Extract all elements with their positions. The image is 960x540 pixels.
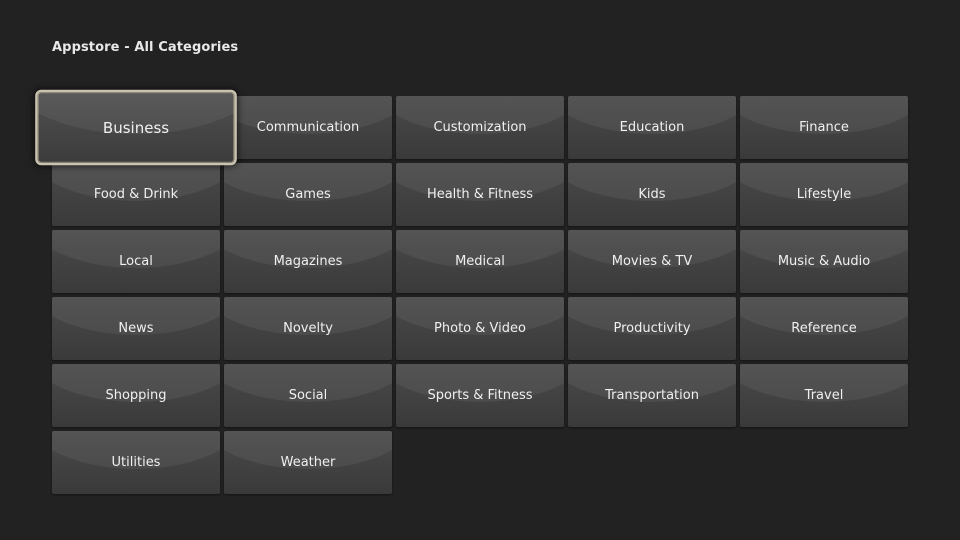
category-label: Health & Fitness [426,187,534,202]
category-tile-education[interactable]: Education [568,96,736,159]
category-label: Customization [433,120,527,135]
category-tile-medical[interactable]: Medical [396,230,564,293]
category-tile-novelty[interactable]: Novelty [224,297,392,360]
category-tile-kids[interactable]: Kids [568,163,736,226]
category-label: Medical [455,254,505,269]
category-tile-travel[interactable]: Travel [740,364,908,427]
category-label: News [118,321,154,336]
category-tile-transportation[interactable]: Transportation [568,364,736,427]
category-tile-movies-tv[interactable]: Movies & TV [568,230,736,293]
category-tile-reference[interactable]: Reference [740,297,908,360]
category-tile-business[interactable]: Business [35,89,237,166]
category-tile-utilities[interactable]: Utilities [52,431,220,494]
category-tile-shopping[interactable]: Shopping [52,364,220,427]
category-tile-sports-fitness[interactable]: Sports & Fitness [396,364,564,427]
category-label: Business [102,118,170,137]
category-label: Music & Audio [777,254,871,269]
category-tile-finance[interactable]: Finance [740,96,908,159]
category-label: Lifestyle [796,187,852,202]
category-label: Shopping [105,388,167,403]
category-label: Reference [791,321,857,336]
category-tile-news[interactable]: News [52,297,220,360]
category-tile-local[interactable]: Local [52,230,220,293]
page-title: Appstore - All Categories [52,40,239,55]
category-label: Productivity [613,321,691,336]
category-label: Magazines [273,254,343,269]
category-label: Games [285,187,331,202]
category-label: Communication [256,120,360,135]
category-label: Weather [280,455,336,470]
category-tile-food-drink[interactable]: Food & Drink [52,163,220,226]
category-label: Social [288,388,328,403]
category-tile-weather[interactable]: Weather [224,431,392,494]
category-label: Movies & TV [611,254,693,269]
category-label: Novelty [283,321,333,336]
category-tile-games[interactable]: Games [224,163,392,226]
category-label: Food & Drink [93,187,179,202]
category-label: Travel [804,388,844,403]
category-label: Transportation [605,388,699,403]
category-tile-health-fitness[interactable]: Health & Fitness [396,163,564,226]
category-label: Kids [638,187,666,202]
category-tile-customization[interactable]: Customization [396,96,564,159]
category-tile-magazines[interactable]: Magazines [224,230,392,293]
category-label: Finance [799,120,849,135]
category-tile-communication[interactable]: Communication [224,96,392,159]
category-tile-social[interactable]: Social [224,364,392,427]
category-label: Education [619,120,685,135]
category-label: Sports & Fitness [427,388,533,403]
category-tile-lifestyle[interactable]: Lifestyle [740,163,908,226]
category-label: Utilities [111,455,161,470]
category-grid: Business Communication Customization Edu… [35,89,908,494]
category-label: Photo & Video [434,321,526,336]
category-tile-productivity[interactable]: Productivity [568,297,736,360]
category-tile-photo-video[interactable]: Photo & Video [396,297,564,360]
category-label: Local [119,254,153,269]
category-tile-music-audio[interactable]: Music & Audio [740,230,908,293]
